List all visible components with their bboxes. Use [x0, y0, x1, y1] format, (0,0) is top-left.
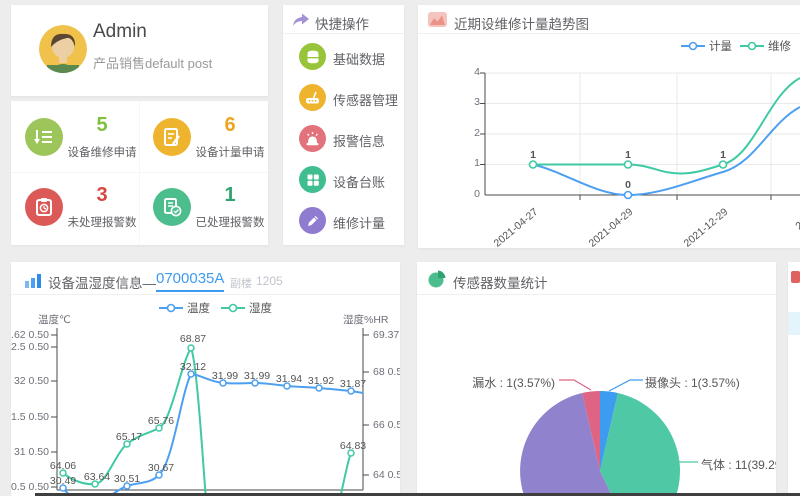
- dashboard-page: { "profile": { "name": "Admin", "subtitl…: [0, 0, 800, 496]
- quick-item-alarm-info[interactable]: 报警信息: [283, 125, 404, 152]
- humidity-label: 68.87: [179, 333, 207, 345]
- right-tick: 69.37 0.50: [373, 329, 400, 341]
- siren-icon: [299, 125, 326, 152]
- list-row-highlight: [788, 312, 800, 335]
- quick-item-basic-data[interactable]: 基础数据: [283, 43, 404, 70]
- router-icon: [299, 84, 326, 111]
- doc-check-icon: [153, 188, 191, 226]
- humidity-label: 63.64: [83, 471, 111, 483]
- y-tick: 0: [474, 188, 480, 200]
- quick-actions-panel: 快捷操作 基础数据 传感器管理 报警信息 设备台账 维修计量: [283, 5, 404, 245]
- temp-label: 30.51: [113, 473, 141, 485]
- stat-label: 设备计量申请: [195, 147, 265, 159]
- stat-cell-metering-requests[interactable]: 6 设备计量申请: [140, 101, 268, 173]
- quick-item-label: 基础数据: [333, 52, 386, 67]
- stat-label: 设备维修申请: [67, 147, 137, 159]
- grid-icon: [299, 166, 326, 193]
- y-tick: 1: [474, 157, 480, 169]
- left-tick: 30.5 0.50: [11, 481, 49, 493]
- quick-item-device-ledger[interactable]: 设备台账: [283, 166, 404, 193]
- left-tick: 32 0.50: [13, 375, 49, 387]
- stat-cell-repair-requests[interactable]: 5 设备维修申请: [11, 101, 140, 173]
- pencil-icon: [299, 207, 326, 234]
- database-icon: [299, 43, 326, 70]
- quick-item-label: 传感器管理: [333, 93, 399, 108]
- profile-card: Admin 产品销售default post: [11, 5, 268, 96]
- stat-label: 已处理报警数: [195, 217, 265, 229]
- quick-item-repair-metering[interactable]: 维修计量: [283, 207, 404, 234]
- doc-edit-icon: [153, 118, 191, 156]
- stat-value: 6: [224, 114, 236, 136]
- quick-arrow-icon: [293, 13, 309, 26]
- avatar: [39, 25, 87, 73]
- pie-label-gas: 气体 : 11(39.29%): [701, 458, 776, 472]
- point-label: 1: [720, 149, 726, 161]
- stat-cell-unhandled-alarms[interactable]: 3 未处理报警数: [11, 173, 140, 245]
- alarm-icon: [791, 271, 800, 283]
- clipboard-clock-icon: [25, 188, 63, 226]
- point-label: 1: [530, 149, 536, 161]
- humidity-label: 65.76: [147, 415, 175, 427]
- quick-item-sensor-mgmt[interactable]: 传感器管理: [283, 84, 404, 111]
- temp-label: 31.94: [275, 373, 303, 385]
- y-tick: 4: [474, 66, 480, 78]
- left-tick: 32.62 0.50: [11, 329, 49, 341]
- quick-item-label: 设备台账: [333, 175, 386, 190]
- humidity-label: 65.17: [115, 431, 143, 443]
- sensor-pie-panel: 传感器数量统计 漏水 : 1(3.57%) 摄像头 : 1(3.57%) 气体 …: [417, 262, 776, 496]
- pie-label-camera: 摄像头 : 1(3.57%): [645, 376, 740, 390]
- list-down-icon: [25, 118, 63, 156]
- temp-label: 30.67: [147, 462, 175, 474]
- humidity-label: 64.83: [339, 440, 367, 452]
- point-label: 1: [625, 149, 631, 161]
- temp-label: 31.99: [211, 370, 239, 382]
- temp-label: 32.12: [179, 361, 207, 373]
- profile-subtitle: 产品销售default post: [93, 56, 213, 71]
- temp-label: 31.92: [307, 375, 335, 387]
- trend-chart-panel: 近期设维修计量趋势图 计量 维修 4 3 2 1 0 1 1 0 1 2021-…: [418, 5, 800, 248]
- right-tick: 64 0.50: [373, 469, 400, 481]
- stat-value: 3: [96, 184, 108, 206]
- left-tick: 31.5 0.50: [11, 411, 49, 423]
- point-label: 0: [625, 179, 631, 191]
- y-tick: 3: [474, 96, 480, 108]
- left-tick: 32.5 0.50: [11, 341, 49, 353]
- pie-label-leak: 漏水 : 1(3.57%): [472, 376, 555, 390]
- stat-value: 1: [224, 184, 236, 206]
- quick-actions-title: 快捷操作: [315, 17, 369, 32]
- temp-label: 31.99: [243, 370, 271, 382]
- stat-cell-handled-alarms[interactable]: 1 已处理报警数: [140, 173, 268, 245]
- quick-item-label: 维修计量: [333, 216, 386, 231]
- profile-name: Admin: [93, 21, 147, 42]
- right-tick: 66 0.50: [373, 419, 400, 431]
- temp-label: 30.49: [49, 475, 77, 487]
- humidity-label: 64.06: [49, 460, 77, 472]
- left-tick: 31 0.50: [13, 446, 49, 458]
- right-tick: 68 0.50: [373, 366, 400, 378]
- y-tick: 2: [474, 127, 480, 139]
- temp-label: 31.87: [339, 378, 367, 390]
- stats-card: 5 设备维修申请 6 设备计量申请 3 未处理报警数 1 已处理报警数: [11, 101, 268, 245]
- stat-label: 未处理报警数: [67, 217, 137, 229]
- right-panel-sliver: [788, 262, 800, 496]
- temp-humidity-panel: 设备温湿度信息— 0700035A 副楼 1205 温度 湿度 温度℃ 湿度%H…: [11, 262, 400, 496]
- stat-value: 5: [96, 114, 108, 136]
- quick-item-label: 报警信息: [333, 134, 386, 149]
